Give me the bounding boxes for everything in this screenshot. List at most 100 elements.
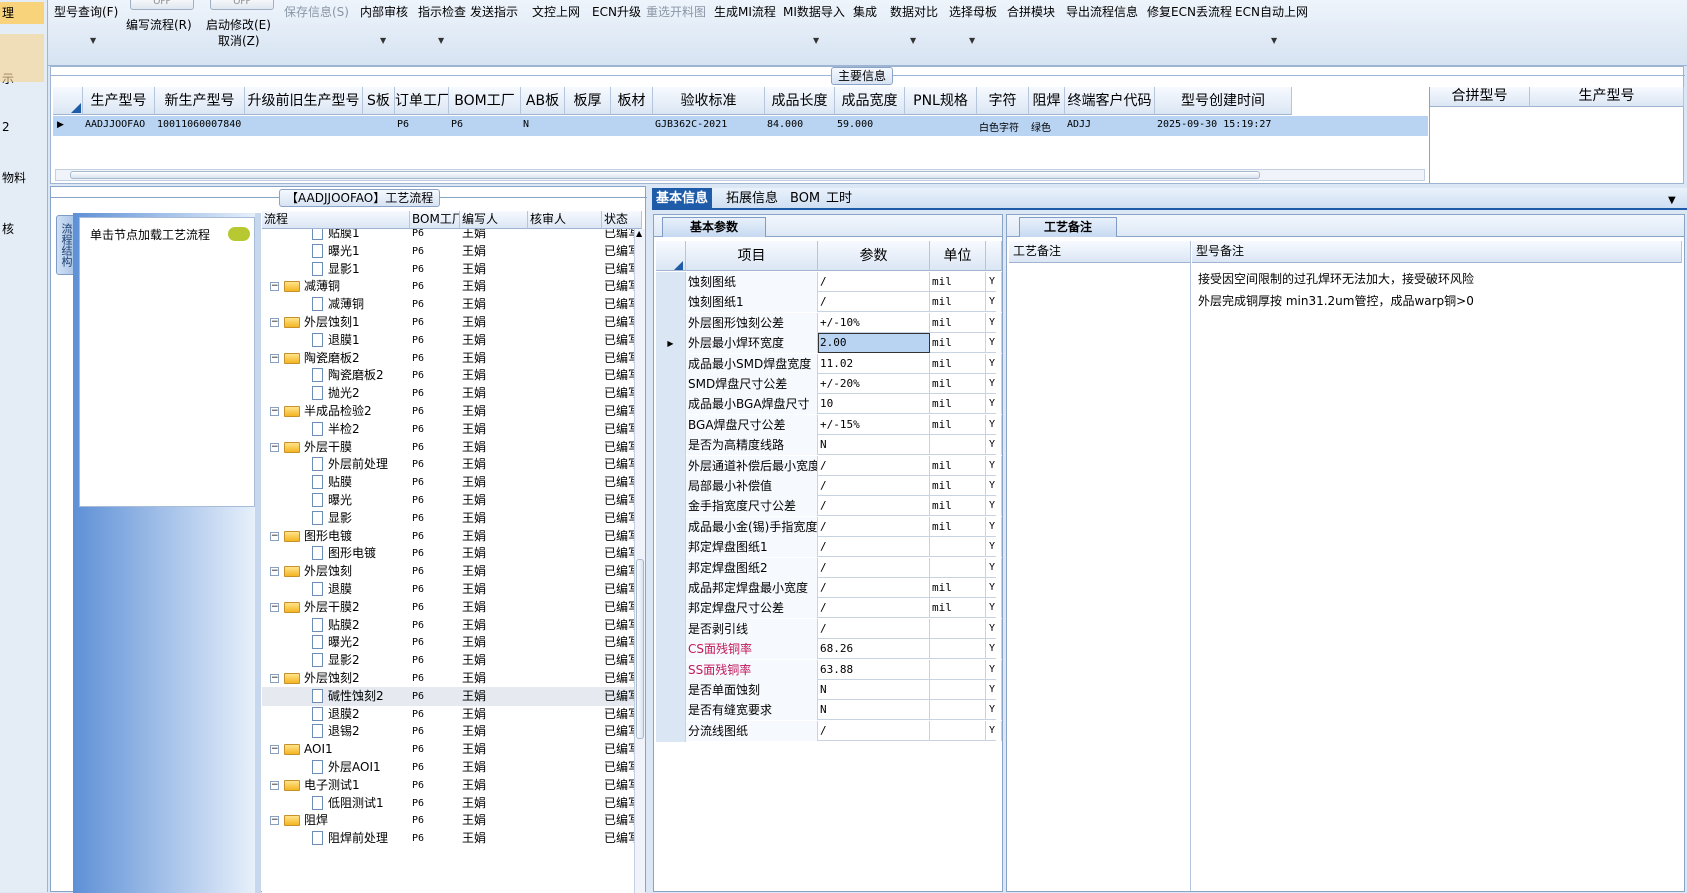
main-col-header-10[interactable]: 成品长度 <box>765 87 835 115</box>
tab-3[interactable]: 工时 <box>822 188 856 210</box>
main-grid-scroll-thumb[interactable] <box>70 171 1260 179</box>
row-selector[interactable] <box>656 353 686 375</box>
toolbar-button-2[interactable]: 启动修改(E) <box>206 16 271 33</box>
params-row[interactable]: 外层图形蚀刻公差 +/-10% mil Y <box>656 312 1002 334</box>
left-strip-item-4[interactable]: 核 <box>0 218 16 239</box>
params-row[interactable]: SMD焊盘尺寸公差 +/-20% mil Y <box>656 374 1002 395</box>
tree-row[interactable]: 外层AOI1 P6 王娟 已编写 <box>262 758 634 777</box>
toolbar-button-18[interactable]: ECN自动上网 <box>1235 3 1308 20</box>
tree-row[interactable]: 曝光2 P6 王娟 已编写 <box>262 633 634 652</box>
main-col-header-4[interactable]: 订单工厂 <box>395 87 449 115</box>
tree-row[interactable]: − 陶瓷磨板2 P6 王娟 已编写 <box>262 349 634 368</box>
params-row[interactable]: 成品最小SMD焊盘宽度 11.02 mil Y <box>656 353 1002 375</box>
tree-col-header-3[interactable]: 核审人 <box>528 211 602 229</box>
main-col-header-3[interactable]: S板 <box>363 87 395 115</box>
param-value[interactable]: / <box>818 272 930 292</box>
tree-expander-icon[interactable]: − <box>270 780 279 790</box>
toolbar-button-1[interactable]: 编写流程(R) <box>126 16 192 33</box>
toolbar-button-15[interactable]: 合拼模块 <box>1007 3 1055 20</box>
tree-row[interactable]: 陶瓷磨板2 P6 王娟 已编写 <box>262 366 634 385</box>
param-value[interactable]: +/-10% <box>818 312 930 333</box>
tree-row[interactable]: − 外层蚀刻1 P6 王娟 已编写 <box>262 313 634 332</box>
basic-params-grid[interactable]: 项目 参数 单位 蚀刻图纸 / mil Y 蚀刻图纸1/mil Y 外层图形蚀刻公差 +/-10% m… <box>656 241 1002 891</box>
param-value[interactable]: 11.02 <box>818 353 930 374</box>
tree-row[interactable]: − 外层干膜2 P6 王娟 已编写 <box>262 598 634 617</box>
params-row[interactable]: ▶ 外层最小焊环宽度 2.00 mil Y <box>656 333 1002 355</box>
tree-row[interactable]: 减薄铜 P6 王娟 已编写 <box>262 295 634 314</box>
toolbar-button-5[interactable]: 指示检查 <box>418 3 466 20</box>
node-hint-box[interactable]: 单击节点加载工艺流程 <box>79 217 255 507</box>
tree-col-header-2[interactable]: 编写人 <box>460 211 528 229</box>
tree-row[interactable]: 抛光2 P6 王娟 已编写 <box>262 384 634 403</box>
tree-expander-icon[interactable]: − <box>270 816 279 826</box>
tree-row[interactable]: 显影 P6 王娟 已编写 <box>262 509 634 528</box>
toolbar-button-4[interactable]: 内部审核 <box>360 3 408 20</box>
tree-row[interactable]: 阻焊前处理 P6 王娟 已编写 <box>262 829 634 848</box>
toolbar-button-12[interactable]: 集成 <box>853 3 877 20</box>
param-value[interactable]: / <box>818 476 930 496</box>
row-selector[interactable] <box>656 272 686 293</box>
param-value[interactable]: +/-20% <box>818 374 930 394</box>
params-row[interactable]: 成品最小金(锡)手指宽度 / mil Y <box>656 516 1002 538</box>
row-selector[interactable] <box>656 557 686 579</box>
row-selector[interactable] <box>656 455 686 477</box>
tree-row[interactable]: 显影2 P6 王娟 已编写 <box>262 651 634 670</box>
params-col-header-4[interactable] <box>986 241 1002 271</box>
process-notes-title[interactable]: 工艺备注 <box>1019 217 1117 237</box>
tree-row[interactable]: 退膜1 P6 王娟 已编写 <box>262 331 634 350</box>
params-row[interactable]: 外层通道补偿后最小宽度 / mil Y <box>656 455 1002 477</box>
tree-expander-icon[interactable]: − <box>270 353 279 363</box>
main-col-header-11[interactable]: 成品宽度 <box>835 87 905 115</box>
row-selector[interactable] <box>656 720 686 742</box>
main-col-header-16[interactable]: 型号创建时间 <box>1155 87 1292 115</box>
side-col-header-0[interactable]: 合拼型号 <box>1430 87 1530 107</box>
main-grid-hscrollbar[interactable] <box>55 169 1425 181</box>
tree-row[interactable]: − 外层蚀刻 P6 王娟 已编写 <box>262 562 634 581</box>
row-selector[interactable] <box>656 292 686 314</box>
tree-row[interactable]: 图形电镀 P6 王娟 已编写 <box>262 544 634 563</box>
row-selector[interactable] <box>656 537 686 559</box>
params-row[interactable]: 金手指宽度尺寸公差 / mil Y <box>656 496 1002 518</box>
main-col-header-0[interactable]: 生产型号 <box>83 87 155 115</box>
row-selector[interactable] <box>656 516 686 538</box>
main-col-header-13[interactable]: 字符 <box>977 87 1029 115</box>
main-col-header-8[interactable]: 板材 <box>611 87 653 115</box>
param-value[interactable]: N <box>818 435 930 456</box>
params-row[interactable]: 分流线图纸 / Y <box>656 720 1002 742</box>
param-value[interactable]: / <box>818 292 930 313</box>
params-row[interactable]: 蚀刻图纸1/mil Y <box>656 292 1002 314</box>
params-row[interactable]: 邦定焊盘尺寸公差 / mil Y <box>656 598 1002 620</box>
param-value[interactable]: 68.26 <box>818 639 930 660</box>
tree-row[interactable]: − 阻焊 P6 王娟 已编写 <box>262 811 634 830</box>
row-selector[interactable] <box>656 659 686 681</box>
basic-params-title[interactable]: 基本参数 <box>662 217 766 237</box>
param-value[interactable]: N <box>818 700 930 721</box>
toolbar-button-13[interactable]: 数据对比 <box>890 3 938 20</box>
left-strip-item-2[interactable]: 2 <box>0 118 12 136</box>
merge-model-grid[interactable]: 合拼型号 生产型号 <box>1429 87 1684 183</box>
param-value[interactable]: / <box>818 720 930 741</box>
tab-2[interactable]: BOM <box>786 188 824 210</box>
scroll-up-icon[interactable]: ▲ <box>636 229 642 238</box>
tree-row[interactable]: 碱性蚀刻2 P6 王娟 已编写 <box>262 686 634 706</box>
toolbar-button-16[interactable]: 导出流程信息 <box>1066 3 1138 20</box>
tree-row[interactable]: − 外层蚀刻2 P6 王娟 已编写 <box>262 669 634 688</box>
left-strip-item-3[interactable]: 物料 <box>0 167 28 188</box>
params-row[interactable]: 是否有缝宽要求 N Y <box>656 700 1002 722</box>
main-col-header-14[interactable]: 阻焊 <box>1029 87 1065 115</box>
row-selector[interactable] <box>656 618 686 640</box>
tree-row[interactable]: 退锡2 P6 王娟 已编写 <box>262 722 634 741</box>
main-col-header-2[interactable]: 升级前旧生产型号 <box>245 87 363 115</box>
toolbar-button-0[interactable]: 型号查询(F) <box>54 3 118 20</box>
param-value[interactable]: / <box>818 537 930 558</box>
param-value[interactable]: 63.88 <box>818 659 930 680</box>
toggle-switch-0[interactable]: OFF <box>130 0 194 10</box>
params-row[interactable]: 邦定焊盘图纸1/ Y <box>656 537 1002 559</box>
tree-expander-icon[interactable]: − <box>270 282 279 292</box>
main-col-header-1[interactable]: 新生产型号 <box>155 87 245 115</box>
tab-dropdown-icon[interactable]: ▼ <box>1668 195 1676 206</box>
tree-expander-icon[interactable]: − <box>270 407 279 416</box>
param-value[interactable]: / <box>818 557 930 578</box>
params-row[interactable]: SS面残铜率 63.88 Y <box>656 659 1002 681</box>
main-col-header-12[interactable]: PNL规格 <box>905 87 977 115</box>
